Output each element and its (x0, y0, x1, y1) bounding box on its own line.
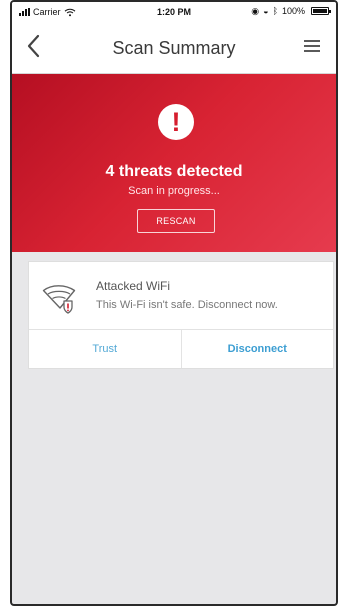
phone-screen: Carrier 1:20 PM ◉ ◒ ᛒ 100% Scan Summary (10, 0, 338, 606)
alert-symbol: ! (171, 107, 181, 137)
battery-percent: 100% (281, 6, 305, 16)
status-right: ◉ ◒ ᛒ 100% (251, 5, 331, 16)
location-icon: ◉ (251, 5, 260, 16)
threat-count: 4 threats detected (105, 163, 243, 180)
wifi-warning-icon (42, 285, 76, 314)
page-title: Scan Summary (112, 38, 236, 58)
threat-title: Attacked WiFi (96, 279, 171, 293)
disconnect-button[interactable]: Disconnect (182, 330, 334, 368)
lock-icon: ◒ (263, 5, 269, 16)
battery-icon (311, 7, 331, 15)
threat-description: This Wi-Fi isn't safe. Disconnect now. (96, 299, 278, 311)
navigation-bar: Scan Summary (12, 22, 336, 74)
threat-summary-banner: ! 4 threats detected Scan in progress...… (12, 74, 336, 252)
rescan-button[interactable]: RESCAN (137, 209, 215, 233)
threat-actions: Trust Disconnect (29, 329, 333, 368)
status-bar: Carrier 1:20 PM ◉ ◒ ᛒ 100% (12, 2, 336, 22)
bluetooth-icon: ᛒ (272, 5, 278, 16)
hamburger-menu-icon[interactable] (302, 37, 324, 55)
trust-button[interactable]: Trust (29, 330, 182, 368)
battery-fill (313, 9, 327, 13)
alert-icon: ! (158, 104, 194, 140)
threat-card: Attacked WiFi This Wi-Fi isn't safe. Dis… (28, 261, 334, 369)
threat-details: Attacked WiFi This Wi-Fi isn't safe. Dis… (29, 262, 333, 330)
scan-status: Scan in progress... (128, 185, 220, 197)
